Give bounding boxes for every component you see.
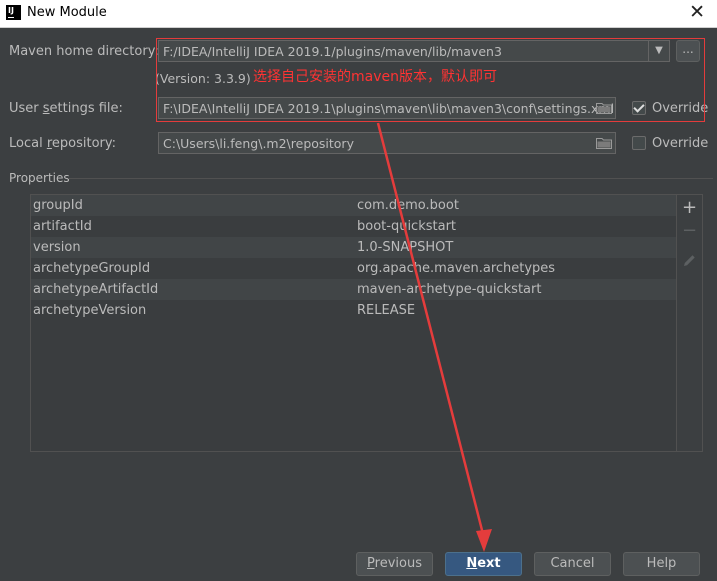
close-icon[interactable]: ✕ bbox=[689, 1, 705, 23]
property-value[interactable]: maven-archetype-quickstart bbox=[357, 282, 541, 297]
divider bbox=[68, 178, 713, 179]
property-key: version bbox=[33, 240, 81, 255]
properties-table[interactable]: groupId com.demo.boot artifactId boot-qu… bbox=[30, 194, 677, 452]
maven-home-label: Maven home directory: bbox=[9, 44, 159, 59]
add-icon[interactable]: + bbox=[682, 197, 697, 218]
table-row[interactable]: groupId com.demo.boot bbox=[31, 195, 676, 216]
intellij-icon: IJ bbox=[6, 5, 21, 20]
help-button[interactable]: Help bbox=[623, 552, 700, 576]
previous-button[interactable]: Previous bbox=[356, 552, 433, 576]
next-button[interactable]: Next bbox=[445, 552, 522, 576]
table-row[interactable]: archetypeVersion RELEASE bbox=[31, 300, 676, 321]
user-settings-label: User settings file: bbox=[9, 101, 123, 116]
table-row[interactable]: version 1.0-SNAPSHOT bbox=[31, 237, 676, 258]
properties-section-label: Properties bbox=[9, 171, 70, 185]
property-value[interactable]: RELEASE bbox=[357, 303, 415, 318]
cancel-button[interactable]: Cancel bbox=[534, 552, 611, 576]
local-repository-label: Local repository: bbox=[9, 136, 117, 151]
local-repository-override-label[interactable]: Override bbox=[652, 136, 708, 151]
annotation-text: 选择自己安装的maven版本，默认即可 bbox=[253, 69, 497, 85]
table-row[interactable]: archetypeArtifactId maven-archetype-quic… bbox=[31, 279, 676, 300]
property-value[interactable]: boot-quickstart bbox=[357, 219, 456, 234]
user-settings-override-label[interactable]: Override bbox=[652, 101, 708, 116]
property-value[interactable]: org.apache.maven.archetypes bbox=[357, 261, 555, 276]
local-repository-override-checkbox[interactable] bbox=[632, 136, 646, 150]
properties-toolbar: + − bbox=[677, 194, 703, 452]
user-settings-override-checkbox[interactable] bbox=[632, 101, 646, 115]
window-title: New Module bbox=[27, 5, 107, 20]
property-key: groupId bbox=[33, 198, 83, 213]
remove-icon[interactable]: − bbox=[682, 220, 697, 241]
title-bar: IJ New Module ✕ bbox=[0, 0, 717, 28]
table-row[interactable]: archetypeGroupId org.apache.maven.archet… bbox=[31, 258, 676, 279]
table-row[interactable]: artifactId boot-quickstart bbox=[31, 216, 676, 237]
property-key: archetypeGroupId bbox=[33, 261, 151, 276]
property-key: artifactId bbox=[33, 219, 92, 234]
maven-home-combo[interactable]: F:/IDEA/IntelliJ IDEA 2019.1/plugins/mav… bbox=[158, 40, 649, 62]
folder-icon[interactable] bbox=[596, 138, 612, 149]
folder-icon[interactable] bbox=[596, 103, 612, 114]
browse-button[interactable]: ... bbox=[676, 40, 700, 62]
local-repository-field[interactable]: C:\Users\li.feng\.m2\repository bbox=[158, 132, 616, 154]
user-settings-field[interactable]: F:\IDEA\IntelliJ IDEA 2019.1\plugins\mav… bbox=[158, 97, 616, 119]
property-value[interactable]: 1.0-SNAPSHOT bbox=[357, 240, 453, 255]
maven-version-text: (Version: 3.3.9) bbox=[155, 71, 251, 86]
property-key: archetypeArtifactId bbox=[33, 282, 159, 297]
property-key: archetypeVersion bbox=[33, 303, 147, 318]
property-value[interactable]: com.demo.boot bbox=[357, 198, 459, 213]
chevron-down-icon[interactable]: ▼ bbox=[648, 40, 670, 62]
pencil-icon[interactable] bbox=[683, 251, 696, 272]
